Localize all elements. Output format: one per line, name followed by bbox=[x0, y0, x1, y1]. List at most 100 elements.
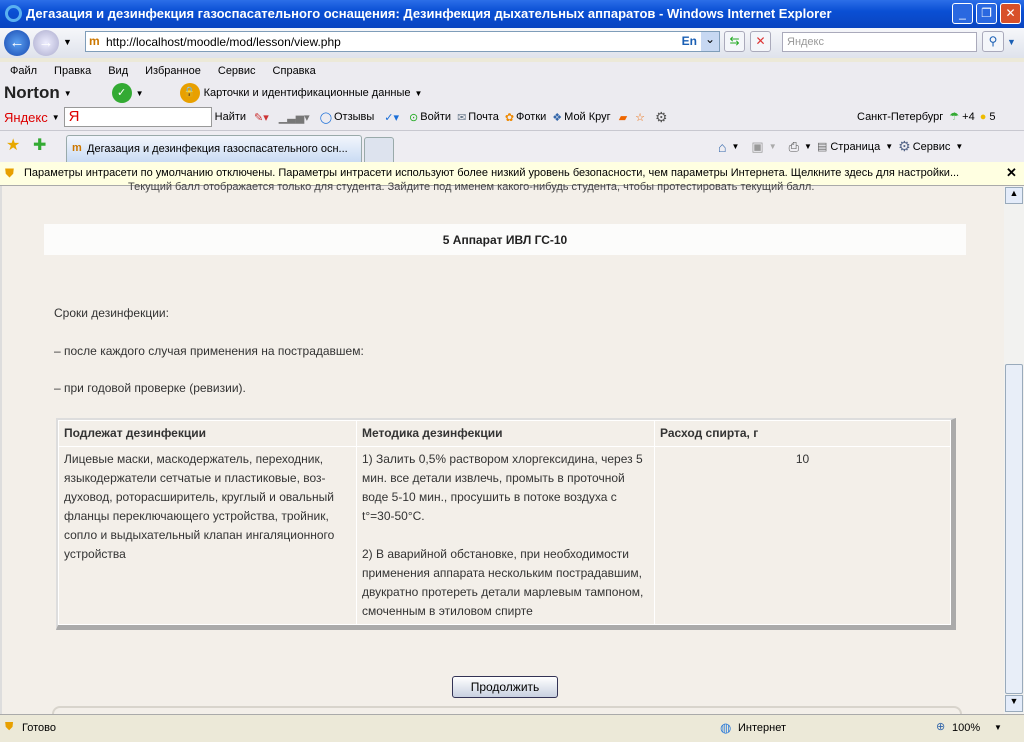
norton-check-icon[interactable]: ✓ bbox=[111, 83, 132, 103]
norton-logo[interactable]: Norton bbox=[4, 83, 60, 103]
mail-icon: ✉ bbox=[457, 111, 467, 124]
zoom-dropdown-icon[interactable]: ▼ bbox=[994, 723, 1002, 732]
favorites-star-icon[interactable]: ☆ bbox=[635, 111, 645, 124]
highlighter-icon[interactable]: ✎▾ bbox=[254, 111, 269, 124]
weather-city[interactable]: Санкт-Петербург bbox=[857, 111, 943, 123]
ie-logo-icon bbox=[5, 5, 22, 22]
settings-gear-icon[interactable]: ⚙ bbox=[655, 109, 668, 126]
zoom-icon: ⊕ bbox=[936, 721, 946, 733]
search-icon[interactable]: ⚲ bbox=[982, 31, 1004, 52]
feeds-icon[interactable]: ▣ bbox=[751, 139, 763, 155]
norton-toolbar: Norton ▼ ✓ ▼ 🔒 Карточки и идентификационны… bbox=[0, 82, 1024, 104]
zoom-level[interactable]: 100% bbox=[952, 722, 980, 734]
search-input[interactable]: Яндекс bbox=[782, 32, 977, 52]
login-button[interactable]: Войти bbox=[420, 111, 451, 123]
scroll-down-icon[interactable]: ▼ bbox=[1005, 695, 1023, 712]
find-button[interactable]: Найти bbox=[215, 111, 246, 123]
circle-icon: ❖ bbox=[552, 111, 563, 124]
market-icon[interactable]: ▰ bbox=[619, 111, 627, 124]
status-bar: ⛊ Готово ◍ Интернет ⊕ 100% ▼ bbox=[0, 714, 1024, 742]
tools-gear-icon: ⚙ bbox=[898, 138, 911, 154]
key-icon: ⊙ bbox=[409, 111, 419, 124]
security-zone[interactable]: Интернет bbox=[738, 722, 786, 734]
title-bar: Дегазация и дезинфекция газоспасательног… bbox=[0, 0, 1024, 28]
globe-icon: ◍ bbox=[720, 720, 732, 735]
yandex-toolbar-left: Яндекс ▼ Я Найти ✎▾ ▁▃▅▾ ◯ Отзывы ✓▾ ⊙ Войт… bbox=[4, 107, 668, 127]
photos-icon: ✿ bbox=[504, 111, 515, 124]
vertical-scrollbar[interactable]: ▲ ▼ bbox=[1004, 186, 1024, 714]
identity-cards-button[interactable]: Карточки и идентификационные данные bbox=[204, 87, 411, 99]
tab-title: Дегазация и дезинфекция газоспасательног… bbox=[87, 143, 348, 155]
spellcheck-icon[interactable]: ✓▾ bbox=[384, 111, 399, 124]
tab-active[interactable]: m Дегазация и дезинфекция газоспасательн… bbox=[66, 135, 362, 163]
column-header: Методика дезинфекции bbox=[356, 420, 655, 447]
print-icon[interactable]: ⎙ bbox=[789, 139, 799, 155]
mail-button[interactable]: Почта bbox=[468, 111, 499, 123]
page-content: Текущий балл отображается только для сту… bbox=[0, 181, 1004, 714]
forward-button[interactable]: → bbox=[33, 30, 59, 56]
tools-menu-button[interactable]: Сервис bbox=[913, 141, 951, 153]
home-icon[interactable]: ⌂ bbox=[718, 139, 726, 155]
paragraph: Сроки дезинфекции: bbox=[54, 306, 169, 320]
menu-favorites[interactable]: Избранное bbox=[145, 65, 201, 77]
weather-umbrella-icon: ☂ bbox=[949, 111, 960, 123]
notice-text: Текущий балл отображается только для сту… bbox=[128, 181, 815, 193]
menu-view[interactable]: Вид bbox=[108, 65, 128, 77]
shield-warning-icon: ⛊ bbox=[5, 166, 15, 180]
speech-bubble-icon: ◯ bbox=[319, 111, 332, 124]
address-dropdown-icon[interactable]: ⌄ bbox=[701, 32, 719, 51]
yandex-search-input[interactable]: Я bbox=[63, 107, 212, 127]
infobar-text: Параметры интрасети по умолчанию отключе… bbox=[24, 167, 960, 179]
restore-button[interactable]: ❐ bbox=[976, 3, 997, 24]
search-placeholder: Яндекс bbox=[787, 36, 824, 48]
weather-widget: Санкт-Петербург ☂ +4 ● 5 bbox=[857, 110, 996, 124]
my-circle-button[interactable]: Мой Круг bbox=[564, 111, 611, 123]
menu-tools[interactable]: Сервис bbox=[218, 65, 256, 77]
amount-cell: 10 bbox=[654, 446, 951, 625]
command-bar: ⌂ ▼ ▣ ▼ ⎙ ▼ ▤ Страница ▼ ⚙ Сервис ▼ bbox=[718, 138, 964, 155]
minimize-button[interactable]: _ bbox=[952, 3, 973, 24]
window-title: Дегазация и дезинфекция газоспасательног… bbox=[26, 6, 832, 21]
menu-bar: Файл Правка Вид Избранное Сервис Справка bbox=[0, 62, 1024, 82]
table-row: Лицевые маски, маскодержатель, переходни… bbox=[58, 446, 951, 625]
shield-warning-icon: ⛊ bbox=[5, 721, 14, 733]
method-step-2: 2) В аварийной обстановке, при необходим… bbox=[362, 547, 644, 618]
infobar-close-icon[interactable]: ✕ bbox=[1006, 165, 1017, 181]
paragraph: – после каждого случая применения на пос… bbox=[54, 344, 364, 358]
continue-button[interactable]: Продолжить bbox=[452, 676, 558, 698]
page-heading: 5 Аппарат ИВЛ ГС-10 bbox=[44, 224, 966, 255]
stop-button[interactable]: ✕ bbox=[750, 31, 771, 52]
back-button[interactable]: ← bbox=[4, 30, 30, 56]
status-text: Готово bbox=[22, 722, 56, 734]
menu-help[interactable]: Справка bbox=[273, 65, 316, 77]
page-menu-button[interactable]: Страница bbox=[830, 141, 880, 153]
method-cell: 1) Залить 0,5% раствором хлоргексидина, … bbox=[356, 446, 655, 625]
search-options-icon[interactable]: ▼ bbox=[1007, 37, 1016, 47]
signal-icon[interactable]: ▁▃▅▾ bbox=[279, 111, 310, 124]
close-window-button[interactable]: ✕ bbox=[1000, 3, 1021, 24]
column-header: Подлежат дезинфекции bbox=[58, 420, 357, 447]
yandex-logo[interactable]: Яндекс bbox=[4, 110, 48, 125]
reviews-button[interactable]: Отзывы bbox=[334, 111, 374, 123]
add-favorite-icon[interactable]: ✚ bbox=[33, 135, 46, 155]
moodle-favicon-icon: m bbox=[89, 34, 100, 48]
menu-file[interactable]: Файл bbox=[10, 65, 37, 77]
scroll-up-icon[interactable]: ▲ bbox=[1005, 187, 1023, 204]
refresh-button[interactable]: ⇆ bbox=[724, 31, 745, 52]
new-tab-button[interactable] bbox=[364, 137, 394, 163]
lock-icon: 🔒 bbox=[179, 83, 200, 103]
scrollbar-thumb[interactable] bbox=[1005, 364, 1023, 694]
history-dropdown-icon[interactable]: ▼ bbox=[63, 37, 72, 47]
yandex-toolbar: Яндекс ▼ Я Найти ✎▾ ▁▃▅▾ ◯ Отзывы ✓▾ ⊙ Войт… bbox=[0, 104, 1024, 130]
traffic-level: 5 bbox=[989, 110, 996, 123]
menu-edit[interactable]: Правка bbox=[54, 65, 91, 77]
language-indicator: En bbox=[681, 34, 697, 48]
favorites-star-icon[interactable]: ★ bbox=[6, 135, 20, 155]
column-header: Расход спирта, г bbox=[654, 420, 951, 447]
address-input[interactable]: m http://localhost/moodle/mod/lesson/vie… bbox=[85, 31, 720, 52]
url-text: http://localhost/moodle/mod/lesson/view.… bbox=[106, 35, 341, 49]
weather-temp: +4 bbox=[962, 110, 975, 123]
items-cell: Лицевые маски, маскодержатель, переходни… bbox=[58, 446, 357, 625]
photos-button[interactable]: Фотки bbox=[516, 111, 546, 123]
disinfection-table: Подлежат дезинфекции Методика дезинфекци… bbox=[56, 418, 956, 630]
